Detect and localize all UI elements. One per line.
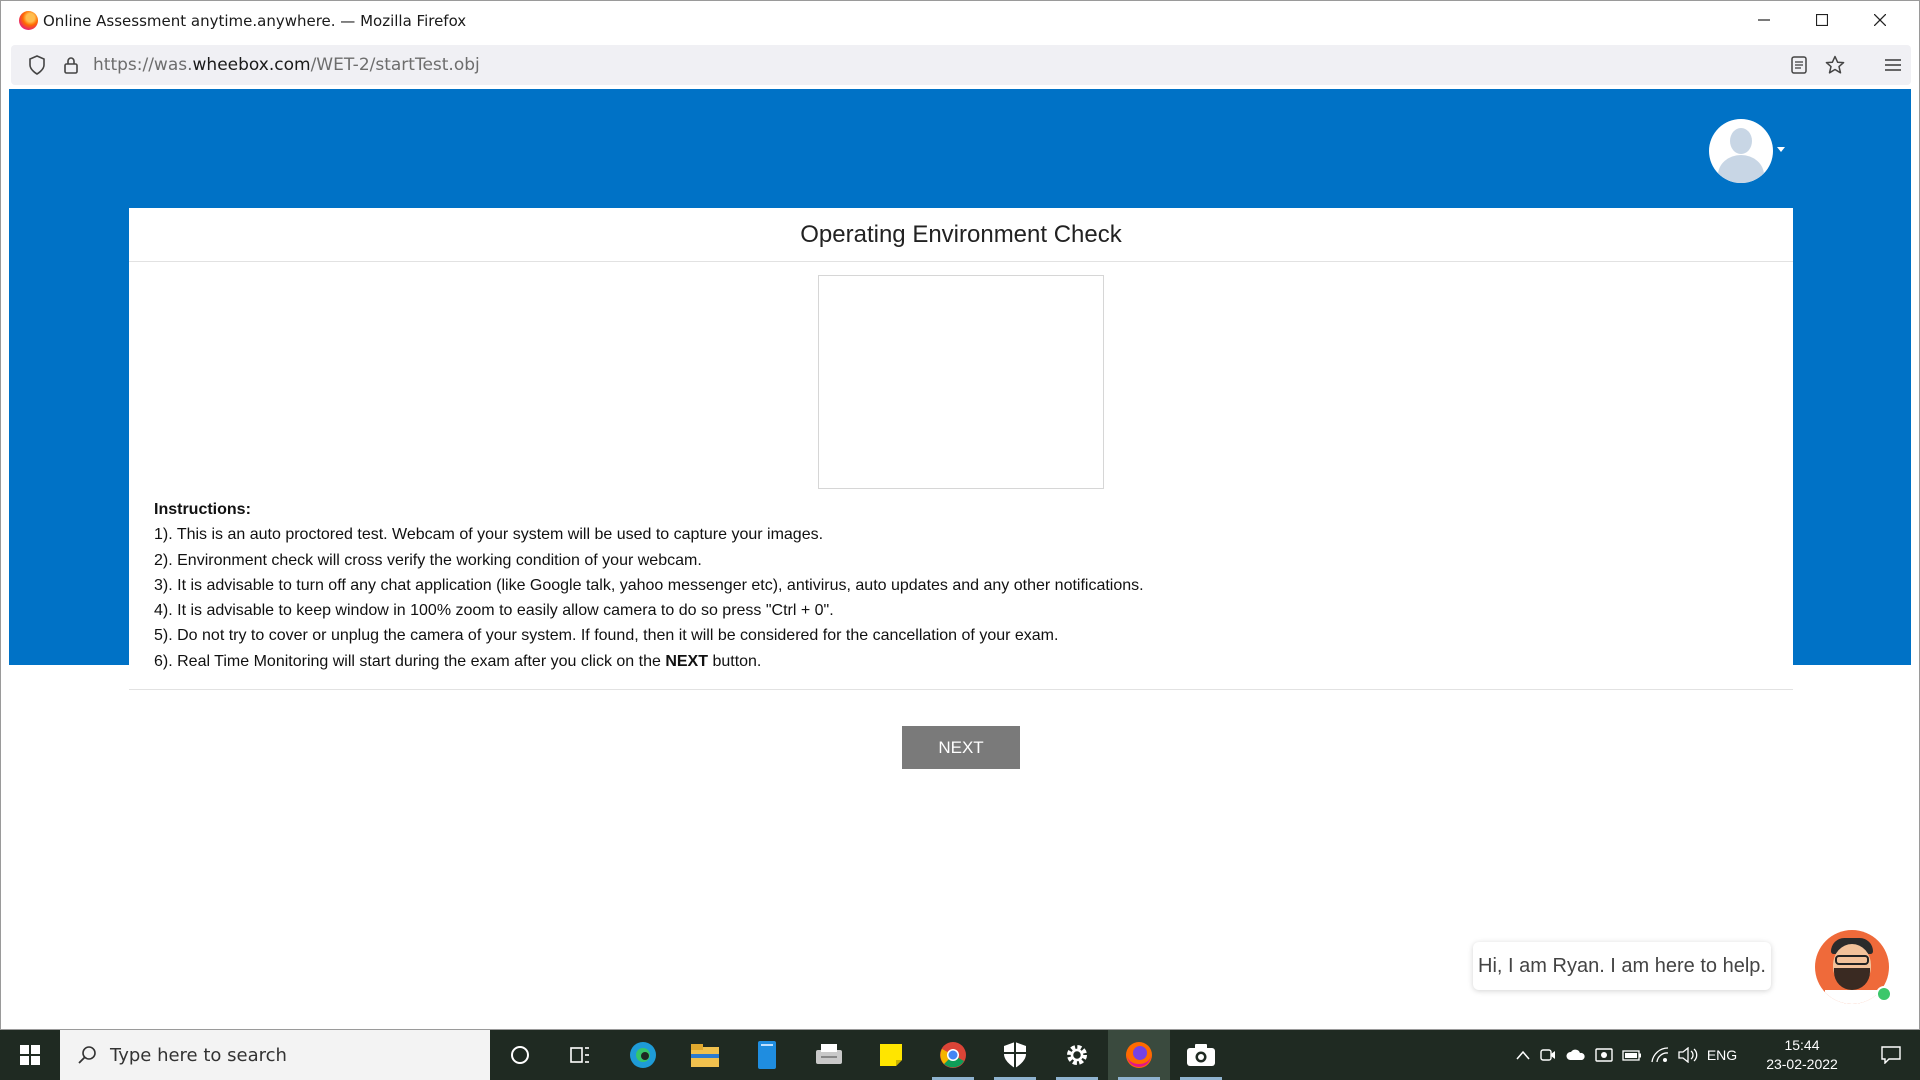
lock-icon[interactable] (59, 53, 83, 77)
avatar-head (1730, 128, 1752, 154)
notification-center-icon[interactable] (1866, 1030, 1916, 1080)
divider (129, 689, 1793, 690)
instruction-item: 4). It is advisable to keep window in 10… (154, 602, 834, 620)
show-hidden-icons-icon[interactable] (1512, 1050, 1534, 1060)
search-placeholder: Type here to search (110, 1044, 287, 1066)
security-center-icon[interactable] (1590, 1047, 1618, 1063)
settings-gear-icon[interactable] (1046, 1030, 1108, 1080)
language-indicator[interactable]: ENG (1702, 1047, 1742, 1063)
bot-glasses (1835, 955, 1869, 965)
instruction-item: 1). This is an auto proctored test. Webc… (154, 526, 824, 544)
url-path: /WET-2/startTest.obj (310, 55, 480, 75)
user-avatar[interactable] (1709, 119, 1773, 183)
taskbar-search[interactable]: Type here to search (60, 1030, 490, 1080)
meet-now-icon[interactable] (1534, 1048, 1562, 1062)
volume-icon[interactable] (1674, 1047, 1702, 1063)
maximize-icon[interactable] (1793, 1, 1851, 39)
instruction6-bold: NEXT (665, 652, 708, 670)
instructions-heading: Instructions: (154, 501, 251, 518)
chevron-down-icon[interactable] (1777, 147, 1785, 152)
clock-time: 15:44 (1784, 1037, 1820, 1053)
search-icon (76, 1044, 98, 1066)
instruction6-end: button. (708, 652, 762, 670)
sticky-notes-icon[interactable] (860, 1030, 922, 1080)
wifi-icon[interactable] (1646, 1047, 1674, 1063)
next-button[interactable]: NEXT (902, 726, 1020, 769)
minimize-icon[interactable] (1735, 1, 1793, 39)
chrome-browser-icon[interactable] (922, 1030, 984, 1080)
title-bar: Online Assessment anytime.anywhere. — Mo… (1, 1, 1919, 39)
page-title: Operating Environment Check (129, 208, 1793, 262)
chat-bubble[interactable]: Hi, I am Ryan. I am here to help. (1473, 942, 1771, 990)
page-content: Operating Environment Check Instructions… (9, 89, 1911, 1023)
file-explorer-icon[interactable] (674, 1030, 736, 1080)
firefox-icon (19, 11, 38, 30)
windows-security-icon[interactable] (984, 1030, 1046, 1080)
instruction-item: 2). Environment check will cross verify … (154, 551, 702, 569)
window-title: Online Assessment anytime.anywhere. — Mo… (43, 12, 467, 30)
clock-date: 23-02-2022 (1766, 1056, 1838, 1072)
edge-browser-icon[interactable] (612, 1030, 674, 1080)
webcam-preview (818, 275, 1104, 489)
url-bar[interactable]: https://was.wheebox.com/WET-2/startTest.… (93, 55, 480, 75)
taskbar-clock[interactable]: 15:44 23-02-2022 (1762, 1036, 1842, 1074)
firefox-taskbar-icon[interactable] (1108, 1030, 1170, 1080)
url-domain: wheebox.com (192, 55, 311, 75)
shield-icon[interactable] (25, 53, 49, 77)
bot-beard (1834, 968, 1870, 990)
bookmark-star-icon[interactable] (1823, 53, 1847, 77)
system-tray: ENG (1512, 1030, 1742, 1080)
environment-check-card: Operating Environment Check Instructions… (129, 208, 1793, 693)
notepad-app-icon[interactable] (736, 1030, 798, 1080)
battery-icon[interactable] (1618, 1049, 1646, 1061)
url-prefix: https://was. (93, 55, 193, 75)
windows-taskbar: Type here to search ENG 15:44 23-02-2022 (0, 1030, 1920, 1080)
menu-hamburger-icon[interactable] (1881, 53, 1905, 77)
instruction-item: 3). It is advisable to turn off any chat… (154, 576, 1144, 594)
windows-logo-icon (20, 1045, 40, 1065)
instructions-list: Instructions: 1). This is an auto procto… (154, 497, 1144, 674)
instruction-item: 6). Real Time Monitoring will start duri… (154, 649, 1144, 674)
navigation-bar: https://was.wheebox.com/WET-2/startTest.… (11, 45, 1911, 85)
close-icon[interactable] (1851, 1, 1909, 39)
firefox-window: Online Assessment anytime.anywhere. — Mo… (0, 0, 1920, 1030)
camera-app-icon[interactable] (1170, 1030, 1232, 1080)
start-button[interactable] (0, 1030, 60, 1080)
instruction6-text: 6). Real Time Monitoring will start duri… (154, 652, 666, 670)
avatar-body (1718, 155, 1764, 183)
instruction-item: 5). Do not try to cover or unplug the ca… (154, 627, 1059, 645)
reader-view-icon[interactable] (1787, 53, 1811, 77)
onedrive-cloud-icon[interactable] (1562, 1049, 1590, 1061)
bot-shirt (1825, 990, 1879, 1004)
online-status-icon (1876, 986, 1892, 1002)
task-view-icon[interactable] (549, 1030, 611, 1080)
cortana-icon[interactable] (489, 1030, 551, 1080)
scanner-app-icon[interactable] (798, 1030, 860, 1080)
